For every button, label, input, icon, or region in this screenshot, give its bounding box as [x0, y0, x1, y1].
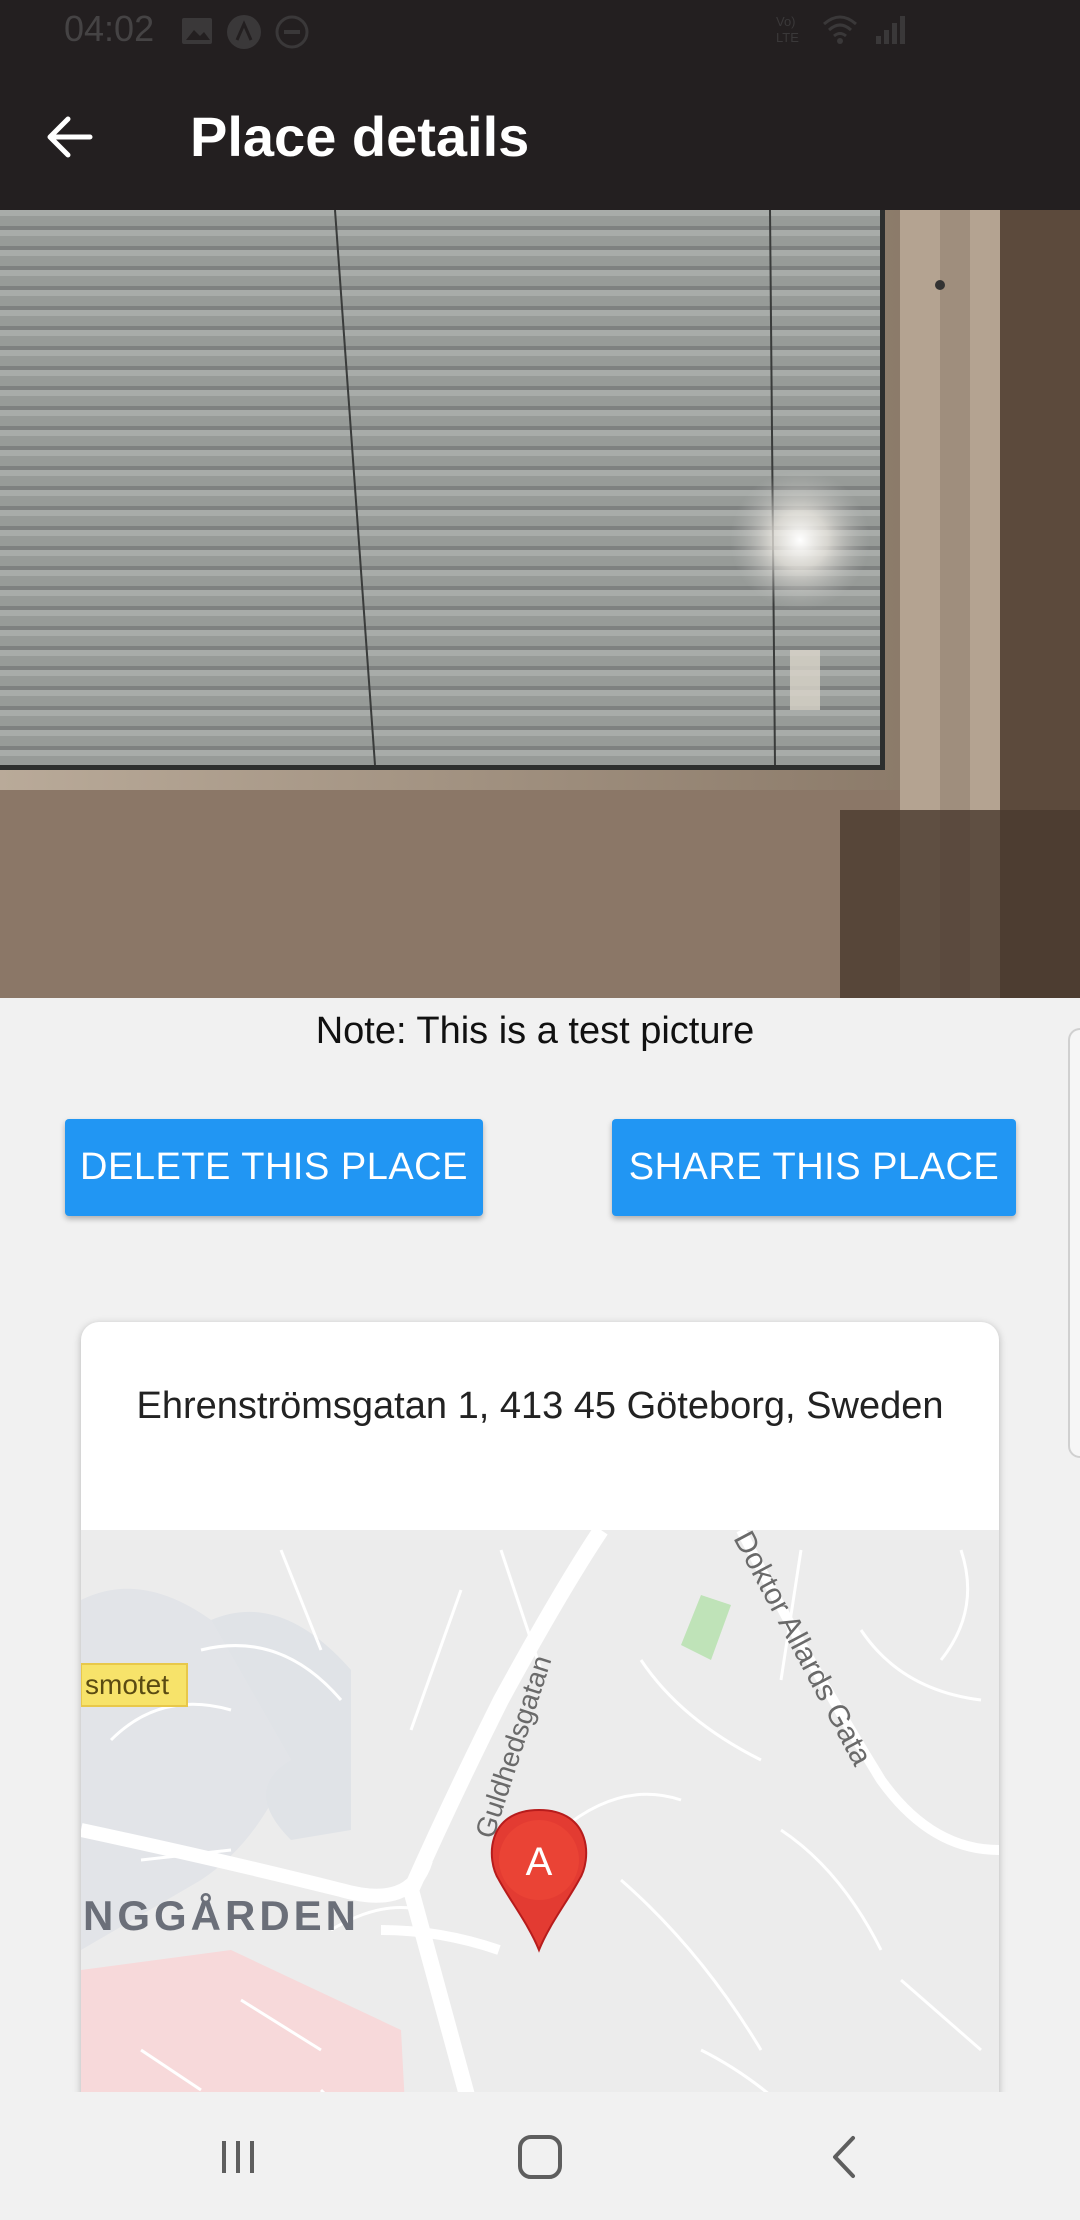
- home-icon: [518, 2135, 562, 2179]
- arrow-left-icon: [47, 116, 93, 158]
- recents-button[interactable]: [193, 2122, 283, 2192]
- status-bar: 04:02 Vo) LTE: [0, 0, 1080, 64]
- side-panel-handle[interactable]: [1068, 1028, 1080, 1458]
- volte-icon: Vo)LTE: [776, 14, 799, 45]
- app-bar: Place details: [0, 64, 1080, 210]
- app-a-icon: [227, 15, 261, 49]
- dnd-icon: [275, 15, 309, 49]
- status-icons-left: [180, 14, 310, 50]
- navigation-bar: [0, 2092, 1080, 2220]
- system-back-button[interactable]: [798, 2122, 888, 2192]
- place-address: Ehrenströmsgatan 1, 413 45 Göteborg, Swe…: [136, 1385, 944, 1427]
- image-icon: [182, 18, 212, 44]
- back-button[interactable]: [30, 102, 110, 172]
- page-title: Place details: [190, 105, 530, 168]
- place-note: Note: This is a test picture: [315, 1010, 755, 1052]
- map-marker-label: A: [526, 1840, 553, 1884]
- chevron-left-icon: [833, 2136, 855, 2178]
- home-button[interactable]: [495, 2122, 585, 2192]
- map-poi-label: smotet: [85, 1669, 169, 1700]
- map-district-label: NGGÅRDEN: [83, 1892, 360, 1939]
- recents-icon: [222, 2141, 254, 2173]
- status-icons-right: Vo) LTE: [774, 12, 908, 46]
- status-time: 04:02: [64, 8, 155, 49]
- delete-place-button[interactable]: DELETE THIS PLACE: [65, 1119, 483, 1216]
- svg-text:LTE: LTE: [776, 30, 799, 45]
- place-photo: [0, 210, 1080, 998]
- signal-icon: [876, 16, 905, 44]
- svg-text:Vo): Vo): [776, 14, 796, 29]
- location-card: Ehrenströmsgatan 1, 413 45 Göteborg, Swe…: [81, 1322, 999, 2220]
- wifi-icon: [823, 15, 857, 44]
- share-place-button[interactable]: SHARE THIS PLACE: [612, 1119, 1016, 1216]
